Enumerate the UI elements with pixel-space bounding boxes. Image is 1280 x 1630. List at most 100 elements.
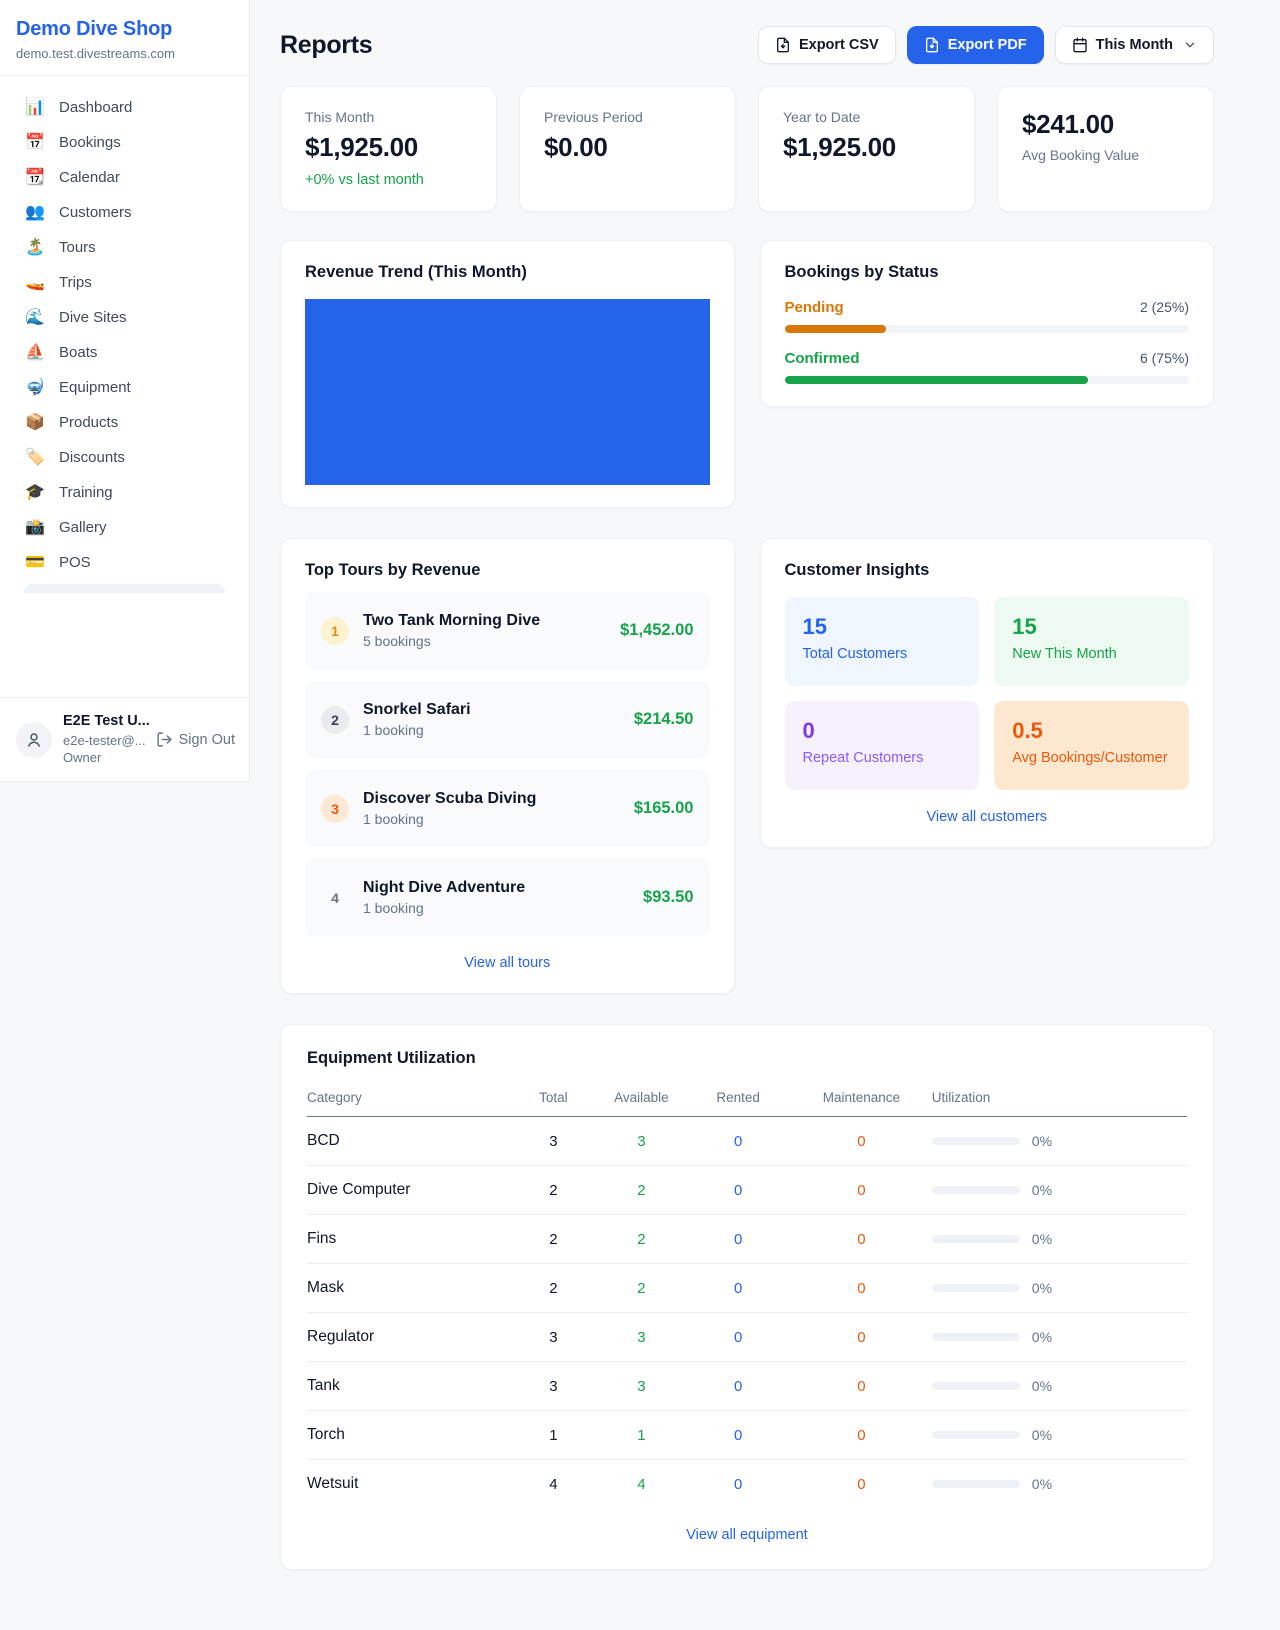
cell-maintenance: 0: [791, 1313, 932, 1362]
utilization-bar-track: [932, 1431, 1020, 1439]
insights-row: Top Tours by Revenue 1 Two Tank Morning …: [280, 538, 1214, 994]
chevron-down-icon: [1183, 38, 1197, 52]
sidebar-item-dashboard[interactable]: 📊Dashboard: [12, 90, 237, 125]
tour-amount: $165.00: [634, 799, 694, 818]
status-bar-track: [785, 376, 1190, 384]
cell-total: 1: [509, 1411, 597, 1460]
cell-rented: 0: [685, 1411, 791, 1460]
shop-domain: demo.test.divestreams.com: [16, 46, 229, 61]
export-pdf-button[interactable]: Export PDF: [907, 26, 1044, 64]
sign-out-button[interactable]: Sign Out: [156, 731, 235, 748]
calendar-date-icon: 📅: [24, 135, 46, 151]
sidebar-item-boats[interactable]: ⛵ Boats: [12, 335, 237, 370]
period-dropdown[interactable]: This Month: [1055, 26, 1214, 64]
stat-value: $0.00: [544, 132, 711, 163]
file-download-icon: [924, 37, 940, 53]
cell-rented: 0: [685, 1313, 791, 1362]
sidebar-item-label: POS: [59, 554, 91, 571]
sidebar-item-dive-sites[interactable]: 🌊Dive Sites: [12, 300, 237, 335]
cell-available: 2: [597, 1215, 685, 1264]
cell-utilization: 0%: [932, 1460, 1187, 1509]
graduation-cap-icon: 🎓: [24, 485, 46, 501]
sidebar-item-pos[interactable]: 💳POS: [12, 545, 237, 580]
sidebar-item-discounts[interactable]: 🏷️Discounts: [12, 440, 237, 475]
sidebar-item-training[interactable]: 🎓Training: [12, 475, 237, 510]
table-row: Dive Computer 2 2 0 0 0%: [307, 1166, 1187, 1215]
tile-label: New This Month: [1012, 646, 1171, 662]
cell-total: 2: [509, 1166, 597, 1215]
diving-mask-icon: 🤿: [24, 380, 46, 396]
insight-tile-new-this-month: 15 New This Month: [994, 597, 1189, 686]
rank-badge: 1: [321, 617, 349, 645]
utilization-label: 0%: [1032, 1182, 1052, 1198]
file-download-icon: [775, 37, 791, 53]
status-bar-track: [785, 325, 1190, 333]
utilization-bar-track: [932, 1284, 1020, 1292]
sidebar-item-label: Dashboard: [59, 99, 132, 116]
sidebar-item-calendar[interactable]: 📆Calendar: [12, 160, 237, 195]
view-all-customers-link[interactable]: View all customers: [785, 809, 1190, 825]
stat-value: $1,925.00: [783, 132, 950, 163]
utilization-bar-track: [932, 1235, 1020, 1243]
sidebar-item-bookings[interactable]: 📅 Bookings: [12, 125, 237, 160]
view-all-tours-link[interactable]: View all tours: [305, 955, 710, 971]
export-csv-button[interactable]: Export CSV: [758, 26, 896, 64]
speedboat-icon: 🚤: [24, 275, 46, 291]
sailboat-icon: ⛵: [24, 345, 46, 361]
card-title: Bookings by Status: [785, 263, 1190, 282]
tour-bookings: 1 booking: [363, 900, 525, 916]
stat-card-avg-booking-value: $241.00 Avg Booking Value: [997, 86, 1214, 212]
user-role: Owner: [63, 749, 145, 767]
cell-category: Tank: [307, 1362, 509, 1411]
card-title: Equipment Utilization: [307, 1049, 1187, 1068]
cell-available: 2: [597, 1166, 685, 1215]
user-name: E2E Test U...: [63, 712, 145, 732]
stat-label: Previous Period: [544, 109, 711, 125]
cell-available: 2: [597, 1264, 685, 1313]
tour-bookings: 5 bookings: [363, 633, 540, 649]
tour-amount: $214.50: [634, 710, 694, 729]
customer-insights-card: Customer Insights 15 Total Customers 15 …: [760, 538, 1215, 848]
cell-total: 3: [509, 1313, 597, 1362]
stat-value: $1,925.00: [305, 132, 472, 163]
sidebar-item-trips[interactable]: 🚤Trips: [12, 265, 237, 300]
status-value: 2 (25%): [1140, 299, 1189, 315]
tile-label: Repeat Customers: [803, 750, 962, 766]
stat-label: This Month: [305, 109, 472, 125]
main-content: Reports Export CSV Export PDF This Month…: [250, 0, 1280, 1630]
sidebar-item-equipment[interactable]: 🤿Equipment: [12, 370, 237, 405]
sidebar-item-label: Products: [59, 414, 118, 431]
sidebar-item-label: Boats: [59, 344, 97, 361]
cell-maintenance: 0: [791, 1411, 932, 1460]
shop-header: Demo Dive Shop demo.test.divestreams.com: [0, 0, 249, 76]
sidebar-item-label: Bookings: [59, 134, 121, 151]
card-title: Top Tours by Revenue: [305, 561, 710, 580]
table-row: Torch 1 1 0 0 0%: [307, 1411, 1187, 1460]
sidebar-item-active-partial[interactable]: [24, 584, 225, 593]
sidebar-item-customers[interactable]: 👥Customers: [12, 195, 237, 230]
cell-category: Wetsuit: [307, 1460, 509, 1509]
sidebar-item-gallery[interactable]: 📸Gallery: [12, 510, 237, 545]
status-bar-fill: [785, 325, 886, 333]
sidebar-nav: 📊Dashboard 📅 Bookings 📆Calendar 👥Customer…: [0, 76, 249, 697]
table-row: Mask 2 2 0 0 0%: [307, 1264, 1187, 1313]
cell-category: Dive Computer: [307, 1166, 509, 1215]
tour-row: 4 Night Dive Adventure1 booking $93.50: [305, 859, 710, 936]
cell-maintenance: 0: [791, 1117, 932, 1166]
tile-value: 15: [1012, 614, 1171, 640]
sidebar-item-products[interactable]: 📦Products: [12, 405, 237, 440]
sidebar-item-label: Tours: [59, 239, 96, 256]
tour-amount: $93.50: [643, 888, 693, 907]
tour-name: Night Dive Adventure: [363, 879, 525, 897]
stat-label: Year to Date: [783, 109, 950, 125]
utilization-bar-track: [932, 1333, 1020, 1341]
column-header-available: Available: [597, 1084, 685, 1117]
cell-utilization: 0%: [932, 1362, 1187, 1411]
column-header-category: Category: [307, 1084, 509, 1117]
cell-utilization: 0%: [932, 1313, 1187, 1362]
insight-tile-repeat-customers: 0 Repeat Customers: [785, 701, 980, 790]
page-header: Reports Export CSV Export PDF This Month: [280, 26, 1214, 64]
sidebar-item-tours[interactable]: 🏝️Tours: [12, 230, 237, 265]
view-all-equipment-link[interactable]: View all equipment: [307, 1527, 1187, 1543]
cell-maintenance: 0: [791, 1264, 932, 1313]
